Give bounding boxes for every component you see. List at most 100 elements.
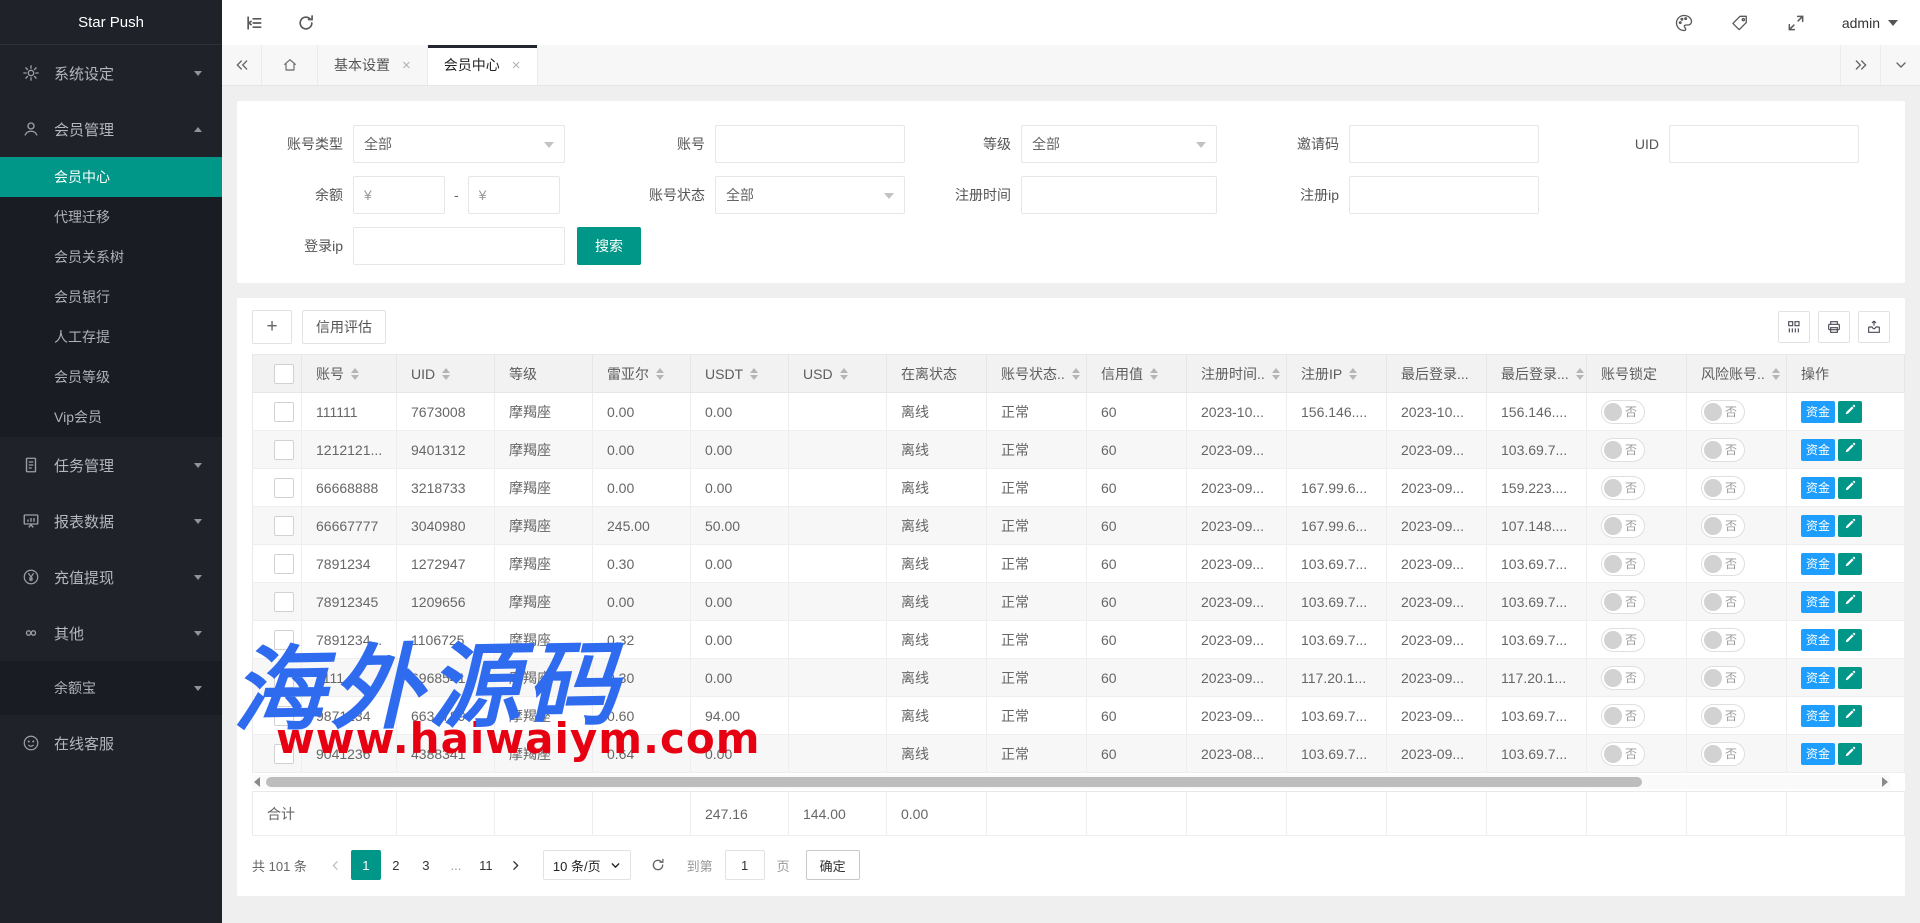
row-checkbox[interactable]	[274, 478, 294, 498]
fullscreen-icon[interactable]	[1786, 13, 1806, 33]
lock-toggle[interactable]: 否	[1601, 590, 1645, 614]
account-type-select[interactable]: 全部	[353, 125, 565, 163]
add-button[interactable]: +	[252, 310, 292, 344]
tag-icon[interactable]	[1730, 13, 1750, 33]
column-header-5[interactable]: USD	[789, 355, 887, 393]
row-checkbox[interactable]	[274, 402, 294, 422]
edit-button[interactable]	[1838, 629, 1862, 651]
sort-icon[interactable]	[1349, 368, 1357, 380]
sidebar-item-14[interactable]: 在线客服	[0, 715, 222, 771]
refresh-icon[interactable]	[296, 13, 316, 33]
sidebar-item-7[interactable]: 会员等级	[0, 357, 222, 397]
fund-button[interactable]: 资金	[1801, 591, 1835, 613]
sort-icon[interactable]	[750, 368, 758, 380]
fund-button[interactable]: 资金	[1801, 629, 1835, 651]
sidebar-item-2[interactable]: 会员中心	[0, 157, 222, 197]
tab-basic-settings[interactable]: 基本设置 ×	[318, 45, 428, 85]
register-ip-input[interactable]	[1349, 176, 1539, 214]
scroll-left-arrow-icon[interactable]	[254, 777, 260, 787]
column-header-7[interactable]: 账号状态..	[987, 355, 1087, 393]
columns-icon[interactable]	[1778, 311, 1810, 343]
edit-button[interactable]	[1838, 743, 1862, 765]
lock-toggle[interactable]: 否	[1601, 438, 1645, 462]
account-status-select[interactable]: 全部	[715, 176, 905, 214]
row-checkbox[interactable]	[274, 630, 294, 650]
sidebar-item-12[interactable]: 其他	[0, 605, 222, 661]
sidebar-item-3[interactable]: 代理迁移	[0, 197, 222, 237]
sidebar-item-4[interactable]: 会员关系树	[0, 237, 222, 277]
edit-button[interactable]	[1838, 401, 1862, 423]
edit-button[interactable]	[1838, 553, 1862, 575]
page-button-11[interactable]: 11	[471, 850, 501, 880]
row-checkbox[interactable]	[274, 516, 294, 536]
edit-button[interactable]	[1838, 439, 1862, 461]
column-header-10[interactable]: 注册IP	[1287, 355, 1387, 393]
goto-page-input[interactable]	[725, 850, 765, 880]
risk-toggle[interactable]: 否	[1701, 476, 1745, 500]
row-checkbox[interactable]	[274, 668, 294, 688]
menu-collapse-icon[interactable]	[244, 13, 264, 33]
fund-button[interactable]: 资金	[1801, 553, 1835, 575]
palette-icon[interactable]	[1674, 13, 1694, 33]
home-tab[interactable]	[262, 45, 318, 85]
sidebar-item-13[interactable]: 余额宝	[0, 661, 222, 715]
page-button-1[interactable]: 1	[351, 850, 381, 880]
sidebar-item-10[interactable]: 报表数据	[0, 493, 222, 549]
lock-toggle[interactable]: 否	[1601, 514, 1645, 538]
row-checkbox[interactable]	[274, 440, 294, 460]
sidebar-item-8[interactable]: Vip会员	[0, 397, 222, 437]
edit-button[interactable]	[1838, 591, 1862, 613]
balance-min-input[interactable]	[353, 176, 445, 214]
sidebar-item-11[interactable]: 充值提现	[0, 549, 222, 605]
fund-button[interactable]: 资金	[1801, 401, 1835, 423]
search-button[interactable]: 搜索	[577, 227, 641, 265]
lock-toggle[interactable]: 否	[1601, 476, 1645, 500]
sort-icon[interactable]	[1150, 368, 1158, 380]
account-input[interactable]	[715, 125, 905, 163]
sort-icon[interactable]	[442, 368, 450, 380]
risk-toggle[interactable]: 否	[1701, 552, 1745, 576]
admin-dropdown[interactable]: admin	[1842, 15, 1898, 31]
print-icon[interactable]	[1818, 311, 1850, 343]
refresh-table-icon[interactable]	[643, 850, 673, 880]
horizontal-scrollbar[interactable]	[252, 775, 1890, 789]
row-checkbox[interactable]	[274, 554, 294, 574]
risk-toggle[interactable]: 否	[1701, 628, 1745, 652]
sort-icon[interactable]	[840, 368, 848, 380]
tabs-scroll-right-button[interactable]	[1840, 45, 1880, 85]
column-header-1[interactable]: UID	[397, 355, 495, 393]
lock-toggle[interactable]: 否	[1601, 552, 1645, 576]
column-header-8[interactable]: 信用值	[1087, 355, 1187, 393]
risk-toggle[interactable]: 否	[1701, 666, 1745, 690]
sidebar-item-9[interactable]: 任务管理	[0, 437, 222, 493]
edit-button[interactable]	[1838, 515, 1862, 537]
select-all-checkbox[interactable]	[274, 364, 294, 384]
tab-close-icon[interactable]: ×	[402, 58, 411, 73]
edit-button[interactable]	[1838, 705, 1862, 727]
lock-toggle[interactable]: 否	[1601, 400, 1645, 424]
lock-toggle[interactable]: 否	[1601, 704, 1645, 728]
uid-input[interactable]	[1669, 125, 1859, 163]
row-checkbox[interactable]	[274, 592, 294, 612]
risk-toggle[interactable]: 否	[1701, 438, 1745, 462]
sort-icon[interactable]	[1576, 368, 1584, 380]
balance-max-input[interactable]	[468, 176, 560, 214]
column-header-4[interactable]: USDT	[691, 355, 789, 393]
risk-toggle[interactable]: 否	[1701, 742, 1745, 766]
tabs-menu-button[interactable]	[1880, 45, 1920, 85]
credit-evaluate-button[interactable]: 信用评估	[302, 310, 386, 344]
page-button-2[interactable]: 2	[381, 850, 411, 880]
tabs-scroll-left-button[interactable]	[222, 45, 262, 85]
fund-button[interactable]: 资金	[1801, 743, 1835, 765]
invite-code-input[interactable]	[1349, 125, 1539, 163]
sidebar-item-5[interactable]: 会员银行	[0, 277, 222, 317]
page-size-select[interactable]: 10 条/页	[543, 850, 631, 880]
risk-toggle[interactable]: 否	[1701, 400, 1745, 424]
sort-icon[interactable]	[1772, 368, 1780, 380]
sidebar-item-6[interactable]: 人工存提	[0, 317, 222, 357]
risk-toggle[interactable]: 否	[1701, 590, 1745, 614]
scrollbar-thumb[interactable]	[266, 777, 1642, 787]
column-header-9[interactable]: 注册时间..	[1187, 355, 1287, 393]
lock-toggle[interactable]: 否	[1601, 666, 1645, 690]
sort-icon[interactable]	[1072, 368, 1080, 380]
